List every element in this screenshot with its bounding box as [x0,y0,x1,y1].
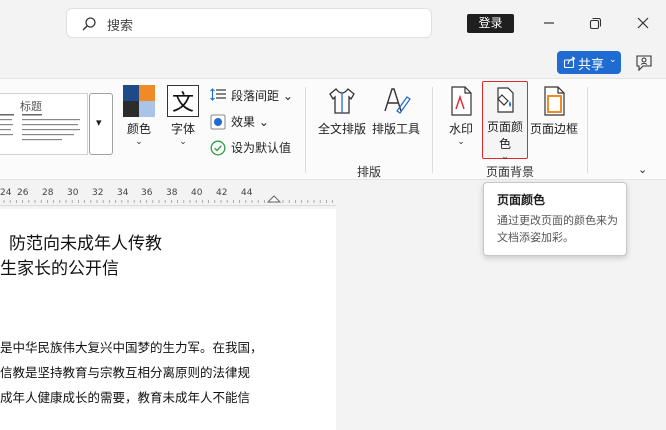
fulltext-layout-button[interactable]: 全文排版 [318,85,366,137]
fonts-button[interactable]: 文 字体 ⌄ [165,85,201,147]
fonts-label: 字体 [170,122,195,136]
font-icon: 文 [167,85,199,117]
share-button[interactable]: 共享 ⌄ [557,51,621,74]
document-paragraph-line: 是中华民族伟大复兴中国梦的生力军。在我国， [0,340,263,355]
restore-button[interactable] [584,12,606,34]
title-bar: 搜索 登录 [0,0,666,48]
page-color-label-line1: 页面颜 [486,120,523,134]
page-color-label-line2: 色 [498,137,511,151]
gallery-more-button[interactable]: ▾ [89,93,113,155]
chevron-down-icon: ⌄ [609,55,617,65]
color-palette-icon [123,85,155,117]
group-label-page-background: 页面背景 [486,165,535,179]
effects-label: 效果 [231,115,256,129]
search-placeholder: 搜索 [107,19,134,34]
ruler-tick-label: 32 [92,188,104,198]
minimize-button[interactable] [538,12,560,34]
paragraph-spacing-label: 段落间距 [231,89,280,103]
colors-label: 颜色 [126,122,151,136]
page-color-button[interactable]: 页面颜 色 ⌄ [482,81,528,162]
document-title-line1: 防范向未成年人传教 [9,234,162,254]
document-paragraph-line: 成年人健康成长的需要，教育未成年人不能信 [0,390,251,405]
group-label-layout: 排版 [357,165,382,179]
tooltip-description: 通过更改页面的颜色来为文档添姿加彩。 [497,214,618,244]
collapse-ribbon-button[interactable]: ⌄ [638,163,647,176]
chevron-down-icon: ▾ [96,116,102,129]
chevron-down-icon: ⌄ [282,89,293,103]
set-default-label: 设为默认值 [231,141,292,155]
svg-text:文: 文 [172,91,194,116]
close-icon [637,17,649,29]
horizontal-ruler[interactable]: 24 26 28 30 32 34 36 38 40 42 44 [0,182,336,206]
page-border-button[interactable]: 页面边框 [529,85,579,137]
group-separator [305,87,306,173]
ruler-tick-label: 38 [166,188,178,198]
minimize-icon [544,22,554,24]
share-icon [563,56,576,69]
paragraph-spacing-icon [210,88,226,101]
chevron-down-icon: ⌄ [179,137,187,147]
watermark-button[interactable]: 水印 ⌄ [446,85,476,147]
document-title-line2: 生家长的公开信 [0,259,119,279]
layout-tools-icon [384,88,411,114]
feedback-button[interactable] [634,53,654,77]
close-button[interactable] [632,12,654,34]
share-label: 共享 [578,58,605,73]
ruler-tick-label: 26 [17,188,29,198]
watermark-label: 水印 [448,122,473,136]
ruler-tick-label: 36 [141,188,153,198]
group-separator [432,87,433,173]
page-border-icon [544,86,565,116]
shirt-layout-icon [329,88,355,114]
fulltext-layout-label: 全文排版 [318,122,367,136]
effects-icon [210,114,226,130]
colors-button[interactable]: 颜色 ⌄ [122,85,156,147]
ruler-tick-label: 40 [191,188,203,198]
style-gallery[interactable]: 标题 [0,93,88,155]
ruler-tick-label: 44 [241,188,253,198]
chevron-down-icon: ⌄ [135,137,143,147]
style-preview-thumbnail [0,114,80,141]
group-separator [587,87,588,173]
layout-tools-button[interactable]: 排版工具 [371,85,421,137]
ruler-tick-label: 28 [42,188,54,198]
search-icon [82,17,96,31]
ruler-tick-label: 24 [0,188,12,198]
chevron-down-icon: ⌄ [258,115,269,129]
page-color-tooltip: 页面颜色 通过更改页面的颜色来为文档添姿加彩。 [483,182,627,256]
restore-icon [589,17,602,30]
tooltip-title: 页面颜色 [497,193,546,207]
feedback-icon [636,55,652,72]
style-sample-title: 标题 [20,100,42,113]
checkmark-icon [210,140,226,156]
ruler-tick-label: 34 [117,188,129,198]
ribbon: 标题 ▾ 颜色 ⌄ 文 字体 ⌄ 段落间距 ⌄ 效果 ⌄ 设为默认值 全文排版 … [0,78,666,180]
watermark-icon [451,86,472,116]
indent-marker-icon [266,195,282,203]
ruler-tick-label: 42 [216,188,228,198]
chevron-down-icon: ⌄ [457,137,465,147]
search-input[interactable]: 搜索 [66,8,432,38]
chevron-down-icon: ⌄ [638,163,648,176]
chevron-down-icon: ⌄ [501,152,509,162]
login-button[interactable]: 登录 [467,14,514,33]
document-page[interactable]: 防范向未成年人传教 生家长的公开信 是中华民族伟大复兴中国梦的生力军。在我国， … [0,209,336,430]
ruler-tick-label: 30 [67,188,79,198]
layout-tools-label: 排版工具 [371,122,420,136]
paint-bucket-icon [497,87,514,113]
document-paragraph-line: 信教是坚持教育与宗教互相分离原则的法律规 [0,365,251,380]
page-border-label: 页面边框 [529,122,578,136]
